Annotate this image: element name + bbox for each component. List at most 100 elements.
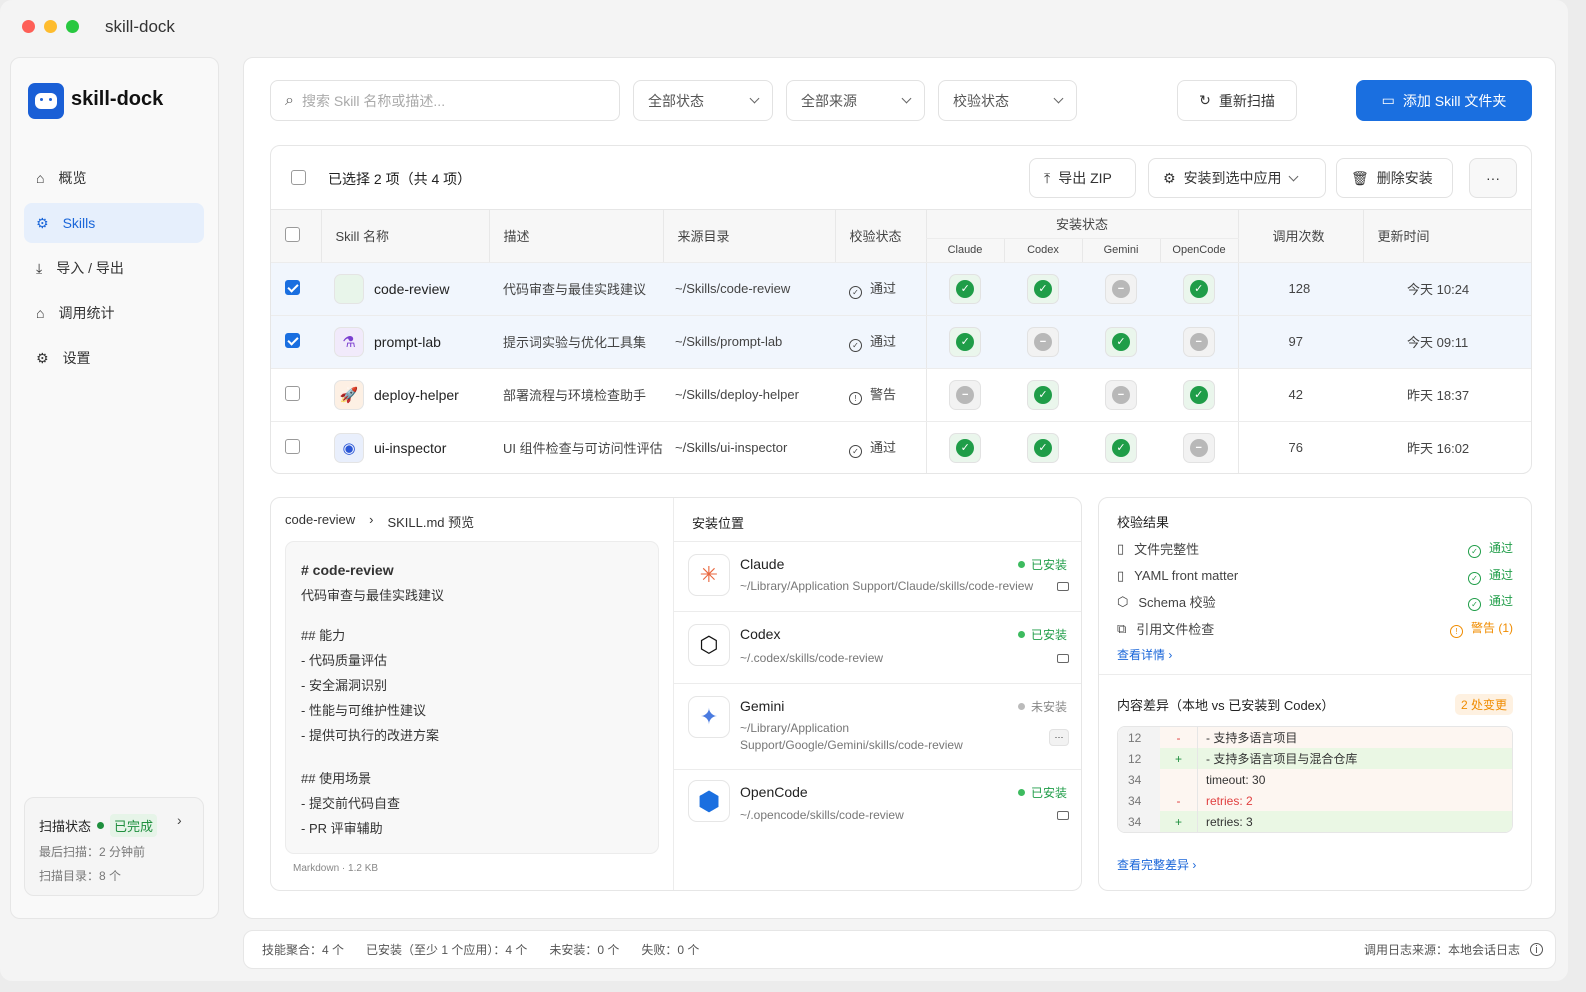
rescan-label: 重新扫描 [1218,92,1275,109]
view-full-diff-link[interactable]: 查看完整差异 › [1117,856,1196,873]
install-status-codex[interactable]: − [1027,326,1059,357]
window-title: skill-dock [105,17,175,36]
link-icon: ⧉ [1117,620,1127,636]
check-circle-icon: ✓ [849,445,862,458]
detail-card: code-review › SKILL.md 预览 # code-review 代码… [270,497,1082,891]
install-status-claude[interactable]: ✓ [949,273,982,304]
diff-text: retries: 3 [1198,811,1512,832]
open-folder-icon[interactable] [1057,582,1069,591]
install-status-opencode[interactable]: ✓ [1182,379,1215,410]
column-header-updated[interactable]: 更新时间 [1362,210,1531,263]
check-circle-icon: ✓ [849,339,862,352]
diff-line: 12 + - 支持多语言项目与混合仓库 [1118,748,1512,769]
install-status-opencode[interactable]: ✓ [1182,273,1215,304]
install-status-claude[interactable]: − [949,379,982,410]
skill-name[interactable]: code-review [374,281,449,297]
check-icon: ✓ [1034,438,1052,457]
check-circle-icon: ✓ [1467,572,1481,585]
line-number: 34 [1118,769,1160,790]
column-header-name[interactable]: Skill 名称 [320,210,489,263]
updated-time: 今天 10:24 [1363,262,1531,316]
open-folder-icon[interactable] [1057,654,1069,663]
source-filter-select[interactable]: 全部来源 [786,80,925,121]
file-meta: Markdown · 1.2 KB [293,863,379,874]
eye-icon: ◉ [334,432,364,463]
info-icon[interactable]: i [1530,943,1543,956]
more-actions-button[interactable]: ··· [1469,158,1517,198]
md-list-item: - 提交前代码自查 [301,796,400,811]
install-path: ~/Library/Application Support/Google/Gem… [740,721,963,752]
install-status-gemini[interactable]: ✓ [1105,432,1137,463]
install-label: 安装到选中应用 [1183,170,1282,186]
column-header-calls[interactable]: 调用次数 [1237,210,1364,263]
install-status-gemini[interactable]: − [1105,273,1137,304]
install-app-name: Codex [740,626,781,642]
minus-icon: − [956,385,975,404]
verify-filter-select[interactable]: 校验状态 [938,80,1077,121]
row-checkbox[interactable] [285,385,300,401]
search-input[interactable]: ⌕ 搜索 Skill 名称或描述... [270,80,620,121]
verify-item: ⬡ Schema 校验 ✓ 通过 [1117,593,1513,611]
view-details-link[interactable]: 查看详情 › [1117,646,1172,663]
table-row[interactable]: 🚀 deploy-helper 部署流程与环境检查助手 ~/Skills/depl… [271,368,1531,422]
install-status-gemini[interactable]: − [1105,379,1137,410]
table-row[interactable]: code-review 代码审查与最佳实践建议 ~/Skills/code-re… [271,262,1531,316]
skill-name[interactable]: deploy-helper [374,387,459,403]
table-row[interactable]: ⚗ prompt-lab 提示词实验与优化工具集 ~/Skills/prompt-… [271,315,1531,369]
minus-icon: − [1034,332,1052,351]
maximize-window-button[interactable] [66,20,79,33]
delete-install-button[interactable]: 🗑 删除安装 [1336,158,1453,198]
sidebar-item-overview[interactable]: ⌂ 概览 [24,158,204,198]
diff-text: retries: 2 [1198,790,1512,811]
verify-card: 校验结果 ▯ 文件完整性 ✓ 通过 ▯ YAML front matter ✓ 通过 ⬡ Sc… [1098,497,1532,891]
install-to-apps-button[interactable]: ⚙ 安装到选中应用 [1148,158,1326,198]
row-checkbox[interactable] [285,279,300,295]
install-status-opencode[interactable]: − [1182,326,1215,357]
row-checkbox[interactable] [285,332,300,348]
install-status: 已安装 [1017,556,1067,573]
table-row[interactable]: ◉ ui-inspector UI 组件检查与可访问性评估 ~/Skills/ui… [271,421,1531,473]
skill-desc: 部署流程与环境检查助手 [489,368,663,422]
skill-name[interactable]: prompt-lab [374,334,441,350]
install-status-codex[interactable]: ✓ [1027,432,1059,463]
chevron-down-icon [1053,93,1064,104]
claude-logo-icon: ✳ [688,554,730,596]
install-status-claude[interactable]: ✓ [949,326,982,357]
install-status-gemini[interactable]: ✓ [1105,326,1137,357]
install-status-codex[interactable]: ✓ [1027,273,1059,304]
check-icon: ✓ [956,438,975,457]
header-checkbox[interactable] [285,226,300,242]
open-folder-icon[interactable] [1057,811,1069,820]
column-header-source[interactable]: 来源目录 [662,210,835,263]
skill-name[interactable]: ui-inspector [374,440,446,456]
sidebar-item-label: 导入 / 导出 [56,260,124,276]
install-locations: 安装位置 ✳ Claude ~/Library/Application Supp… [673,498,1081,890]
install-app-name: Claude [740,556,785,572]
export-zip-button[interactable]: ⤒ 导出 ZIP [1029,158,1136,198]
more-icon[interactable]: ··· [1049,729,1069,746]
sidebar-item-settings[interactable]: ⚙ 设置 [24,338,204,378]
skill-desc: 代码审查与最佳实践建议 [489,262,663,316]
row-checkbox[interactable] [285,438,300,454]
minimize-window-button[interactable] [44,20,57,33]
install-status-opencode[interactable]: − [1182,432,1215,463]
rocket-icon: 🚀 [334,379,364,410]
sidebar-item-usage-stats[interactable]: ⌂ 调用统计 [24,293,204,333]
install-status-claude[interactable]: ✓ [949,432,982,463]
schema-icon: ⬡ [1117,593,1129,609]
scan-status-card[interactable]: 扫描状态 已完成 › 最后扫描：2 分钟前 扫描目录：8 个 [24,797,204,896]
select-all-checkbox[interactable] [291,170,306,185]
add-skill-folder-button[interactable]: ▭ 添加 Skill 文件夹 [1356,80,1532,121]
close-window-button[interactable] [22,20,35,33]
sidebar-item-skills[interactable]: ⚙ Skills [24,203,204,243]
rescan-button[interactable]: ↻ 重新扫描 [1177,80,1297,121]
folder-plus-icon: ▭ [1381,92,1395,108]
status-filter-select[interactable]: 全部状态 [633,80,773,121]
sidebar-item-import-export[interactable]: ⤓ 导入 / 导出 [24,248,204,288]
chevron-down-icon [749,93,760,104]
column-header-desc[interactable]: 描述 [488,210,663,263]
breadcrumb-skill[interactable]: code-review [285,512,355,531]
column-header-verify[interactable]: 校验状态 [834,210,926,263]
install-status-codex[interactable]: ✓ [1027,379,1059,410]
scan-dirs-text: 扫描目录：8 个 [39,869,122,883]
